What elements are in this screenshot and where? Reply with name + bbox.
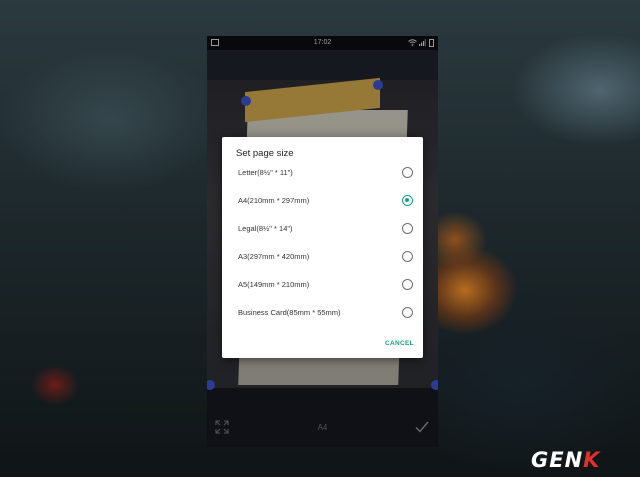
option-label: Business Card(85mm * 55mm)	[238, 308, 341, 317]
bottom-bar: A4	[207, 409, 438, 447]
option-label: A4(210mm * 297mm)	[238, 196, 310, 205]
radio-button[interactable]	[402, 223, 413, 234]
option-label: Legal(8½" * 14")	[238, 224, 293, 233]
genk-logo: GENK	[531, 448, 600, 472]
status-bar: 17:02	[207, 36, 438, 50]
battery-icon	[429, 39, 434, 47]
option-label: A3(297mm * 420mm)	[238, 252, 310, 261]
radio-button[interactable]	[402, 279, 413, 290]
page-size-dialog: Set page size Letter(8½" * 11") A4(210mm…	[222, 137, 423, 358]
logo-text: GEN	[531, 448, 584, 472]
crop-handle-bottom-left[interactable]	[207, 380, 215, 390]
radio-button-selected[interactable]	[402, 195, 413, 206]
wifi-icon	[408, 39, 417, 46]
logo-accent: K	[583, 448, 601, 472]
app-toolbar	[207, 50, 438, 80]
page-size-button[interactable]: A4	[207, 423, 438, 432]
option-business-card[interactable]: Business Card(85mm * 55mm)	[222, 300, 423, 326]
check-icon[interactable]	[414, 419, 430, 435]
cancel-button[interactable]: CANCEL	[385, 340, 414, 347]
option-label: Letter(8½" * 11")	[238, 168, 293, 177]
option-legal[interactable]: Legal(8½" * 14")	[222, 216, 423, 242]
crop-handle-top-right[interactable]	[373, 80, 383, 90]
option-label: A5(149mm * 210mm)	[238, 280, 310, 289]
crop-handle-bottom-right[interactable]	[431, 380, 438, 390]
radio-button[interactable]	[402, 251, 413, 262]
signal-icon	[419, 39, 426, 46]
dialog-title: Set page size	[236, 148, 294, 159]
option-letter[interactable]: Letter(8½" * 11")	[222, 160, 423, 186]
option-a3[interactable]: A3(297mm * 420mm)	[222, 244, 423, 270]
status-time: 17:02	[313, 39, 332, 46]
crop-handle-top-left[interactable]	[241, 96, 251, 106]
radio-button[interactable]	[402, 167, 413, 178]
option-a4[interactable]: A4(210mm * 297mm)	[222, 188, 423, 214]
radio-button[interactable]	[402, 307, 413, 318]
option-a5[interactable]: A5(149mm * 210mm)	[222, 272, 423, 298]
